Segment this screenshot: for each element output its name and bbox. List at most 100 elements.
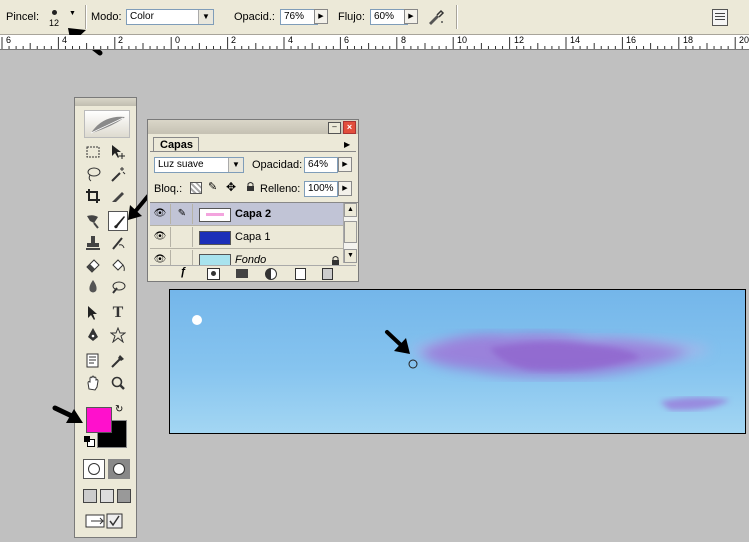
history-brush-icon[interactable] [108,233,128,253]
panel-menu-arrow-icon[interactable]: ▶ [344,140,350,149]
lock-icon [331,255,339,265]
layer-opacity-arrow-icon[interactable]: ▶ [338,157,352,172]
image-canvas[interactable] [169,289,746,434]
marquee-icon[interactable] [83,142,103,162]
paint-bucket-icon[interactable] [108,255,128,275]
layer-set-icon[interactable] [236,269,248,278]
feather-logo-icon[interactable] [84,110,130,138]
lock-all-icon[interactable] [246,181,254,191]
adjustment-layer-icon[interactable] [265,268,277,280]
fill-arrow-icon[interactable]: ▶ [338,181,352,196]
scroll-up-icon[interactable]: ▲ [344,203,357,217]
notes-icon[interactable] [83,351,103,371]
layer-row[interactable]: 👁 Fondo [150,249,346,265]
eye-icon[interactable]: 👁 [150,227,171,247]
ruler-label: 14 [570,35,581,45]
zoom-tool-icon[interactable] [108,373,128,393]
ruler-label: 2 [118,35,124,45]
new-layer-icon[interactable] [295,268,306,280]
layer-opacity-input[interactable]: 64% [304,157,338,173]
move-icon[interactable] [108,142,128,162]
screen-mode-standard-icon[interactable] [83,489,97,503]
tab-underline [150,151,356,152]
mode-select-value: Color [130,11,154,22]
path-selection-icon[interactable] [83,303,103,323]
eraser-icon[interactable] [83,255,103,275]
brush-size-value: 12 [49,18,60,28]
slice-icon[interactable] [108,186,128,206]
layer-thumbnail [199,231,231,245]
mode-select[interactable]: Color ▼ [126,9,214,25]
opacity-input[interactable]: 76% [280,9,318,25]
layer-mask-icon[interactable] [207,268,220,280]
flow-label: Flujo: [338,11,365,23]
swap-colors-icon[interactable]: ↻ [115,404,123,415]
layer-name: Capa 2 [235,208,272,220]
brush-preview-dot [52,10,57,15]
blur-icon[interactable] [83,277,103,297]
palette-well-icon[interactable] [712,9,728,26]
scroll-down-icon[interactable]: ▼ [344,249,357,263]
link-slot[interactable] [172,227,193,247]
jump-to-imageready-icon[interactable] [85,512,125,530]
toolbox-header[interactable] [75,98,136,106]
chevron-down-icon[interactable]: ▼ [228,158,243,172]
lock-transparent-icon[interactable] [190,182,202,194]
opacity-label: Opacid.: [234,11,275,23]
divider [456,5,458,29]
brush-link-icon[interactable]: ✎ [172,204,193,224]
clone-stamp-icon[interactable] [83,233,103,253]
blend-mode-select[interactable]: Luz suave ▼ [154,157,244,173]
layers-panel: – × Capas ▶ Luz suave ▼ Opacidad: 64% ▶ … [147,119,359,282]
opacity-slider-arrow-icon[interactable]: ▶ [314,9,328,24]
fill-label: Relleno: [260,183,301,195]
layer-style-icon[interactable]: ƒ [180,266,186,278]
crop-icon[interactable] [83,186,103,206]
layer-thumbnail [199,254,231,265]
eye-icon[interactable]: 👁 [150,250,171,265]
eye-icon[interactable]: 👁 [150,204,171,224]
link-slot[interactable] [172,250,193,265]
hand-tool-icon[interactable] [83,373,103,393]
lasso-icon[interactable] [83,164,103,184]
custom-shape-icon[interactable] [108,325,128,345]
type-tool-icon[interactable]: T [108,303,128,323]
lock-position-icon[interactable]: ✥ [226,180,236,194]
close-icon[interactable]: × [343,121,356,134]
panel-title-bar[interactable] [148,120,358,134]
airbrush-icon[interactable] [426,7,446,27]
chevron-down-icon[interactable]: ▼ [198,10,213,24]
layer-name: Fondo [235,254,267,265]
screen-mode-full-menu-icon[interactable] [100,489,114,503]
trash-icon[interactable] [322,268,333,280]
lock-image-icon[interactable]: ✎ [208,180,217,193]
dodge-icon[interactable] [108,277,128,297]
chevron-down-icon[interactable]: ▼ [69,10,76,17]
magic-wand-icon[interactable] [108,164,128,184]
ruler-label: 18 [683,35,694,45]
lock-label: Bloq.: [154,183,183,195]
ruler-label: 4 [62,35,68,45]
options-bar: Pincel: 12 ▼ Modo: Color ▼ Opacid.: 76% … [0,0,749,56]
brush-tool-icon[interactable] [108,211,128,231]
screen-mode-full-icon[interactable] [117,489,131,503]
fill-input[interactable]: 100% [304,181,338,197]
default-colors-icon[interactable] [84,436,95,447]
standard-mode-button[interactable] [83,459,105,479]
flow-input[interactable]: 60% [370,9,408,25]
layer-row[interactable]: 👁 Capa 1 [150,226,346,249]
flow-slider-arrow-icon[interactable]: ▶ [404,9,418,24]
healing-brush-icon[interactable] [83,211,103,231]
sky-artwork [192,315,730,411]
foreground-color-swatch[interactable] [86,407,112,433]
eyedropper-icon[interactable] [108,351,128,371]
minimize-icon[interactable]: – [328,122,341,134]
mode-label: Modo: [91,11,122,23]
layer-row[interactable]: 👁 ✎ Capa 2 [150,203,346,226]
pen-tool-icon[interactable] [83,325,103,345]
scroll-thumb[interactable] [344,221,357,243]
layers-scrollbar[interactable]: ▲ ▼ [343,203,357,263]
tab-capas[interactable]: Capas [153,137,199,152]
quick-mask-button[interactable] [108,459,130,479]
flow-input-value: 60% [374,11,395,22]
